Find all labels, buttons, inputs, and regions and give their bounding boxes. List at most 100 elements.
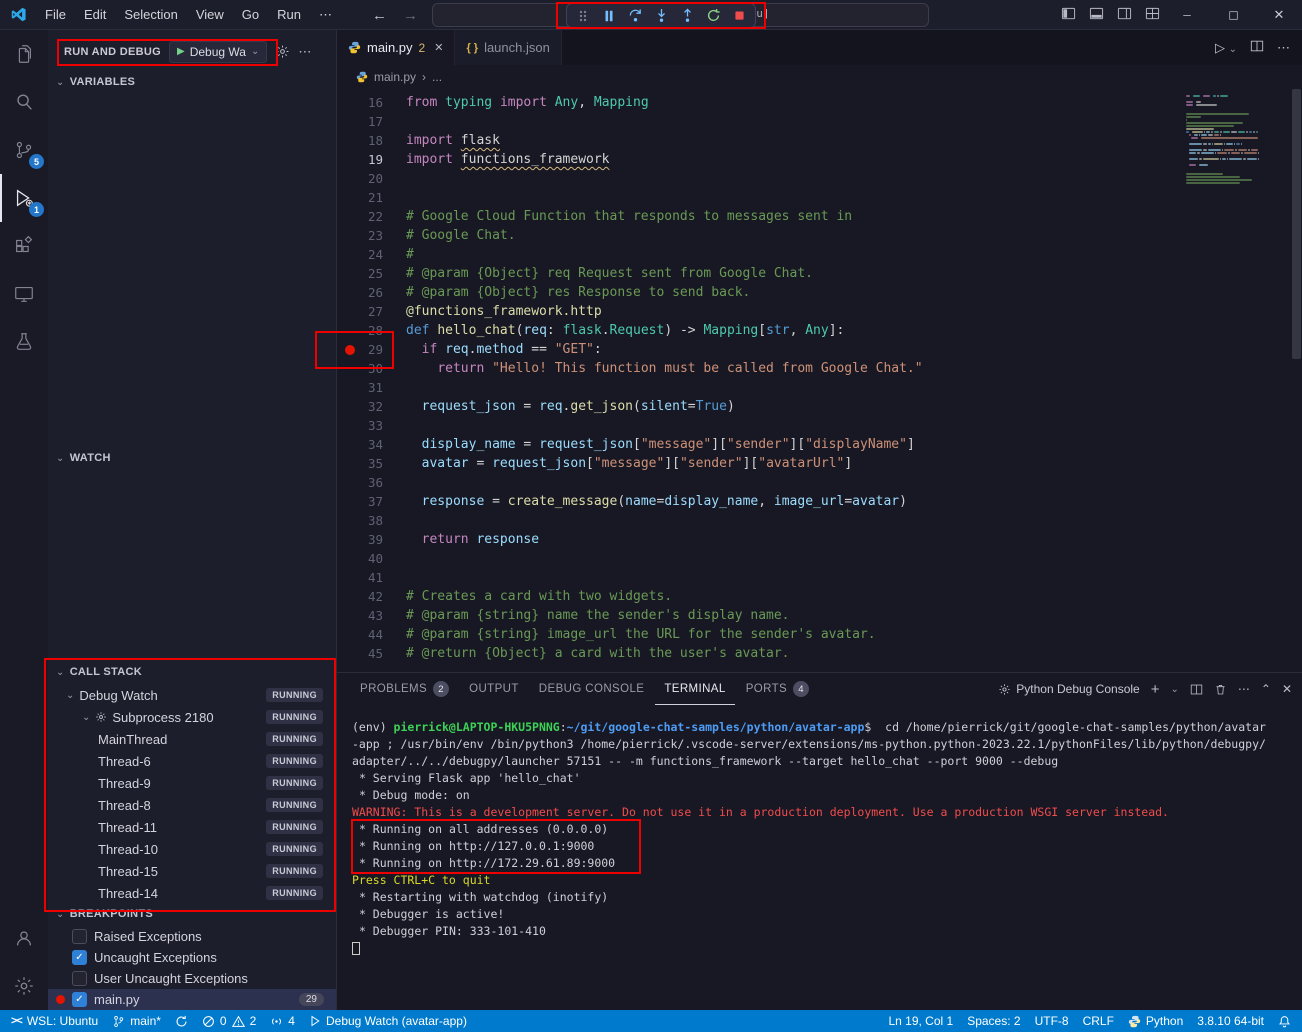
status-sync[interactable]	[168, 1010, 195, 1032]
close-panel-icon[interactable]: ✕	[1282, 682, 1292, 696]
minimize-icon[interactable]	[1164, 0, 1210, 30]
accounts-icon[interactable]	[0, 914, 48, 962]
maximize-icon[interactable]	[1210, 0, 1256, 30]
gutter-line-29[interactable]: 29	[337, 340, 406, 359]
breakpoint-item-raised-exceptions[interactable]: Raised Exceptions	[48, 926, 336, 947]
gutter-line-45[interactable]: 45	[337, 644, 406, 663]
status-encoding[interactable]: UTF-8	[1028, 1010, 1076, 1032]
code-line-25[interactable]: 25# @param {Object} req Request sent fro…	[337, 264, 1302, 283]
terminal-profile-dropdown[interactable]: Python Debug Console	[998, 682, 1139, 696]
code-line-17[interactable]: 17	[337, 112, 1302, 131]
gutter-line-30[interactable]: 30	[337, 359, 406, 378]
code-line-36[interactable]: 36	[337, 473, 1302, 492]
code-line-44[interactable]: 44# @param {string} image_url the URL fo…	[337, 625, 1302, 644]
status-interpreter[interactable]: 3.8.10 64-bit	[1190, 1010, 1271, 1032]
gutter-line-22[interactable]: 22	[337, 207, 406, 226]
chevron-down-icon[interactable]: ⌄	[66, 690, 74, 701]
sidebar-item-run-debug[interactable]: 1	[0, 174, 48, 222]
gutter-line-21[interactable]: 21	[337, 188, 406, 207]
gutter-line-43[interactable]: 43	[337, 606, 406, 625]
code-line-29[interactable]: 29 if req.method == "GET":	[337, 340, 1302, 359]
breakpoint-checkbox[interactable]	[72, 929, 87, 944]
forward-arrow-icon[interactable]: →	[403, 7, 418, 24]
toggle-sidebar-icon[interactable]	[1061, 6, 1076, 24]
sidebar-item-remote-explorer[interactable]	[0, 270, 48, 318]
gutter-line-26[interactable]: 26	[337, 283, 406, 302]
menu-edit[interactable]: Edit	[75, 0, 115, 30]
menu-more[interactable]: ⋯	[310, 0, 341, 30]
status-indentation[interactable]: Spaces: 2	[960, 1010, 1027, 1032]
code-line-23[interactable]: 23# Google Chat.	[337, 226, 1302, 245]
status-notifications[interactable]	[1271, 1010, 1298, 1032]
sidebar-item-source-control[interactable]: 5	[0, 126, 48, 174]
gutter-line-27[interactable]: 27	[337, 302, 406, 321]
breakpoint-checkbox[interactable]: ✓	[72, 950, 87, 965]
gutter-line-28[interactable]: 28	[337, 321, 406, 340]
panel-tab-debug-console[interactable]: DEBUG CONSOLE	[530, 673, 654, 705]
toggle-secondary-sidebar-icon[interactable]	[1117, 6, 1132, 24]
breadcrumb-more[interactable]: ...	[432, 70, 442, 84]
terminal-output[interactable]: (env) pierrick@LAPTOP-HKU5PNNG:~/git/goo…	[352, 719, 1296, 1006]
tab-main-py[interactable]: main.py 2 ✕	[337, 30, 455, 65]
panel-more-actions-icon[interactable]: ⋯	[1238, 682, 1250, 696]
gutter-line-19[interactable]: 19	[337, 150, 406, 169]
menu-view[interactable]: View	[187, 0, 233, 30]
code-line-38[interactable]: 38	[337, 511, 1302, 530]
gutter-line-40[interactable]: 40	[337, 549, 406, 568]
breakpoint-item-uncaught-exceptions[interactable]: ✓Uncaught Exceptions	[48, 947, 336, 968]
call-stack-item-thread-6[interactable]: Thread-6RUNNING	[48, 750, 336, 772]
code-line-24[interactable]: 24#	[337, 245, 1302, 264]
code-line-16[interactable]: 16from typing import Any, Mapping	[337, 93, 1302, 112]
breadcrumb[interactable]: main.py › ...	[337, 65, 1302, 89]
code-line-26[interactable]: 26# @param {Object} res Response to send…	[337, 283, 1302, 302]
back-arrow-icon[interactable]: ←	[372, 7, 387, 24]
code-line-33[interactable]: 33	[337, 416, 1302, 435]
launch-config-dropdown[interactable]: ▶ Debug Wa ⌄	[169, 41, 267, 63]
step-into-icon[interactable]	[653, 8, 669, 24]
menu-file[interactable]: File	[36, 0, 75, 30]
breakpoint-checkbox[interactable]	[72, 971, 87, 986]
gutter-line-41[interactable]: 41	[337, 568, 406, 587]
pause-icon[interactable]	[601, 8, 617, 24]
code-line-20[interactable]: 20	[337, 169, 1302, 188]
code-line-37[interactable]: 37 response = create_message(name=displa…	[337, 492, 1302, 511]
gutter-line-18[interactable]: 18	[337, 131, 406, 150]
code-line-45[interactable]: 45# @return {Object} a card with the use…	[337, 644, 1302, 663]
gutter-line-32[interactable]: 32	[337, 397, 406, 416]
code-line-18[interactable]: 18import flask	[337, 131, 1302, 150]
call-stack-item-mainthread[interactable]: MainThreadRUNNING	[48, 728, 336, 750]
gutter-line-23[interactable]: 23	[337, 226, 406, 245]
restart-icon[interactable]	[705, 8, 721, 24]
call-stack-item-thread-9[interactable]: Thread-9RUNNING	[48, 772, 336, 794]
gutter-line-42[interactable]: 42	[337, 587, 406, 606]
gutter-line-38[interactable]: 38	[337, 511, 406, 530]
gutter-line-17[interactable]: 17	[337, 112, 406, 131]
breakpoint-dot[interactable]	[345, 345, 355, 355]
panel-tab-ports[interactable]: PORTS4	[737, 673, 818, 705]
status-eol[interactable]: CRLF	[1076, 1010, 1121, 1032]
scrollbar-thumb[interactable]	[1292, 89, 1301, 359]
breakpoint-item-main-py[interactable]: ✓main.py29	[48, 989, 336, 1010]
menu-selection[interactable]: Selection	[115, 0, 186, 30]
start-debug-icon[interactable]: ▶	[177, 46, 185, 57]
status-forwarded-ports[interactable]: 4	[263, 1010, 302, 1032]
gutter-line-37[interactable]: 37	[337, 492, 406, 511]
stop-icon[interactable]	[731, 8, 747, 24]
editor-more-actions-icon[interactable]: ⋯	[1277, 40, 1290, 56]
sidebar-item-search[interactable]	[0, 78, 48, 126]
gutter-line-39[interactable]: 39	[337, 530, 406, 549]
step-over-icon[interactable]	[627, 8, 643, 24]
gutter-line-31[interactable]: 31	[337, 378, 406, 397]
code-line-30[interactable]: 30 return "Hello! This function must be …	[337, 359, 1302, 378]
gutter-line-33[interactable]: 33	[337, 416, 406, 435]
code-line-32[interactable]: 32 request_json = req.get_json(silent=Tr…	[337, 397, 1302, 416]
call-stack-item-thread-10[interactable]: Thread-10RUNNING	[48, 838, 336, 860]
terminal-dropdown-icon[interactable]: ⌄	[1170, 684, 1178, 695]
code-line-28[interactable]: 28def hello_chat(req: flask.Request) -> …	[337, 321, 1302, 340]
sidebar-item-extensions[interactable]	[0, 222, 48, 270]
chevron-down-icon[interactable]: ⌄	[82, 712, 90, 723]
minimap[interactable]	[1186, 95, 1262, 185]
customize-layout-icon[interactable]	[1145, 6, 1160, 24]
status-remote-indicator[interactable]: ><WSL: Ubuntu	[4, 1010, 105, 1032]
code-line-19[interactable]: 19import functions_framework	[337, 150, 1302, 169]
